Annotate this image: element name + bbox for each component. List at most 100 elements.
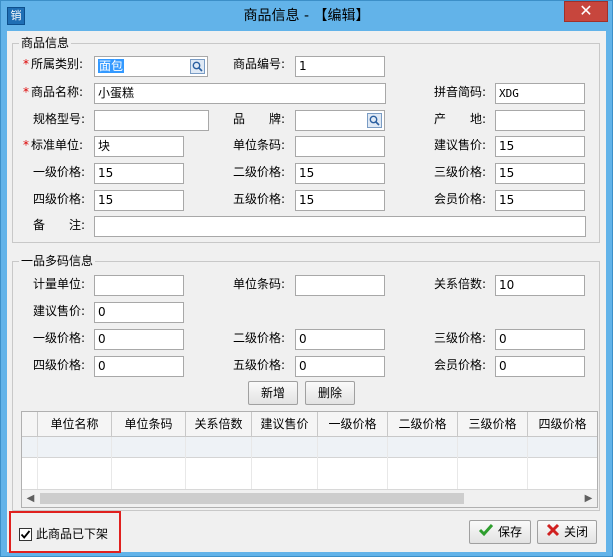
table-cell[interactable]: [528, 437, 597, 458]
mc-price2-input[interactable]: 0: [295, 329, 385, 350]
column-header[interactable]: 三级价格: [458, 412, 528, 437]
mc-unit-input[interactable]: [94, 275, 184, 296]
column-header[interactable]: 二级价格: [388, 412, 458, 437]
brand-input[interactable]: [295, 110, 385, 131]
offshelf-highlight: 此商品已下架: [9, 511, 121, 553]
table-cell[interactable]: [112, 437, 186, 458]
category-input[interactable]: 面包: [94, 56, 208, 77]
column-header[interactable]: 四级价格: [528, 412, 597, 437]
price3-label: 三级价格:: [434, 165, 487, 179]
column-header[interactable]: 关系倍数: [186, 412, 252, 437]
name-input[interactable]: 小蛋糕: [94, 83, 386, 104]
member-price-input[interactable]: 15: [495, 190, 585, 211]
price1-label: 一级价格:: [33, 165, 86, 179]
window-title: 商品信息 - 【编辑】: [243, 8, 370, 24]
column-divider: [111, 437, 112, 490]
close-label: 关闭: [563, 525, 588, 539]
offshelf-checkbox[interactable]: [19, 528, 32, 541]
scroll-right-icon[interactable]: ▶: [580, 490, 597, 507]
mc-price1-input[interactable]: 0: [94, 329, 184, 350]
mc-member-price-label: 会员价格:: [434, 358, 487, 372]
unit-label-text: 标准单位:: [31, 138, 84, 152]
column-divider: [317, 437, 318, 490]
multi-code-group-title: 一品多码信息: [19, 254, 96, 268]
price4-label: 四级价格:: [33, 192, 86, 206]
price2-label: 二级价格:: [233, 165, 286, 179]
mc-ratio-input[interactable]: 10: [495, 275, 585, 296]
horizontal-scrollbar[interactable]: ◀ ▶: [22, 489, 597, 507]
origin-label: 产 地:: [434, 112, 487, 126]
delete-button[interactable]: 删除: [305, 381, 355, 405]
brand-lookup-icon[interactable]: [367, 113, 382, 128]
required-marker: *: [23, 85, 29, 99]
column-header[interactable]: 一级价格: [318, 412, 388, 437]
category-value: 面包: [98, 59, 125, 73]
mc-price4-input[interactable]: 0: [94, 356, 184, 377]
table-cell[interactable]: [186, 437, 252, 458]
price4-input[interactable]: 15: [94, 190, 184, 211]
name-label: * 商品名称:: [23, 82, 83, 102]
offshelf-label[interactable]: 此商品已下架: [36, 525, 108, 543]
dialog-body: 商品信息 * 所属类别: 面包 商品编号: 1 * 商品名称: 小蛋糕 拼音简码: …: [7, 31, 606, 553]
check-icon: [478, 522, 494, 544]
window: 商品信息 - 【编辑】 销 ✕ 商品信息 * 所属类别: 面包 商品编号: 1 *…: [0, 0, 613, 557]
multi-code-table[interactable]: 单位名称 单位条码 关系倍数 建议售价 一级价格 二级价格 三级价格 四级价格: [21, 411, 598, 508]
price1-input[interactable]: 15: [94, 163, 184, 184]
mc-barcode-label: 单位条码:: [233, 277, 286, 291]
mc-price4-label: 四级价格:: [33, 358, 86, 372]
table-cell[interactable]: [252, 437, 318, 458]
close-button[interactable]: 关闭: [537, 520, 597, 544]
mc-unit-label: 计量单位:: [33, 277, 86, 291]
price5-input[interactable]: 15: [295, 190, 385, 211]
brand-label: 品 牌:: [233, 112, 286, 126]
save-label: 保存: [497, 525, 522, 539]
add-button[interactable]: 新增: [248, 381, 298, 405]
suggest-price-label: 建议售价:: [434, 138, 487, 152]
column-divider: [387, 437, 388, 490]
price2-input[interactable]: 15: [295, 163, 385, 184]
unit-label: * 标准单位:: [23, 135, 83, 155]
spec-input[interactable]: [94, 110, 209, 131]
mc-barcode-input[interactable]: [295, 275, 385, 296]
mc-suggest-price-input[interactable]: 0: [94, 302, 184, 323]
barcode-input[interactable]: [295, 136, 385, 157]
column-header[interactable]: 建议售价: [252, 412, 318, 437]
window-close-button[interactable]: ✕: [564, 1, 608, 22]
table-cell[interactable]: [318, 437, 388, 458]
origin-input[interactable]: [495, 110, 585, 131]
table-cell[interactable]: [458, 437, 528, 458]
save-button[interactable]: 保存: [469, 520, 531, 544]
mc-price5-input[interactable]: 0: [295, 356, 385, 377]
mc-price5-label: 五级价格:: [233, 358, 286, 372]
suggest-price-input[interactable]: 15: [495, 136, 585, 157]
table-header: 单位名称 单位条码 关系倍数 建议售价 一级价格 二级价格 三级价格 四级价格: [22, 412, 597, 437]
mc-price3-label: 三级价格:: [434, 331, 487, 345]
title-bar[interactable]: 商品信息 - 【编辑】 销 ✕: [1, 1, 612, 31]
mc-ratio-label: 关系倍数:: [434, 277, 487, 291]
table-cell[interactable]: [388, 437, 458, 458]
remark-input[interactable]: [94, 216, 586, 237]
unit-input[interactable]: 块: [94, 136, 184, 157]
remark-label: 备 注:: [33, 218, 86, 232]
mc-price3-input[interactable]: 0: [495, 329, 585, 350]
column-divider: [37, 437, 38, 490]
column-divider: [527, 437, 528, 490]
column-header[interactable]: 单位条码: [112, 412, 186, 437]
column-header[interactable]: 单位名称: [38, 412, 112, 437]
price3-input[interactable]: 15: [495, 163, 585, 184]
category-lookup-icon[interactable]: [190, 59, 205, 74]
member-price-label: 会员价格:: [434, 192, 487, 206]
code-input[interactable]: 1: [295, 56, 385, 77]
scrollbar-thumb[interactable]: [40, 493, 464, 504]
scroll-left-icon[interactable]: ◀: [22, 490, 39, 507]
mc-member-price-input[interactable]: 0: [495, 356, 585, 377]
code-label: 商品编号:: [233, 57, 286, 71]
table-cell[interactable]: [38, 437, 112, 458]
row-indicator-header: [22, 412, 38, 437]
mc-suggest-price-label: 建议售价:: [33, 304, 86, 318]
mc-price2-label: 二级价格:: [233, 331, 286, 345]
required-marker: *: [23, 138, 29, 152]
category-label-text: 所属类别:: [31, 57, 84, 71]
table-row[interactable]: [22, 437, 597, 458]
pinyin-input[interactable]: XDG: [495, 83, 585, 104]
